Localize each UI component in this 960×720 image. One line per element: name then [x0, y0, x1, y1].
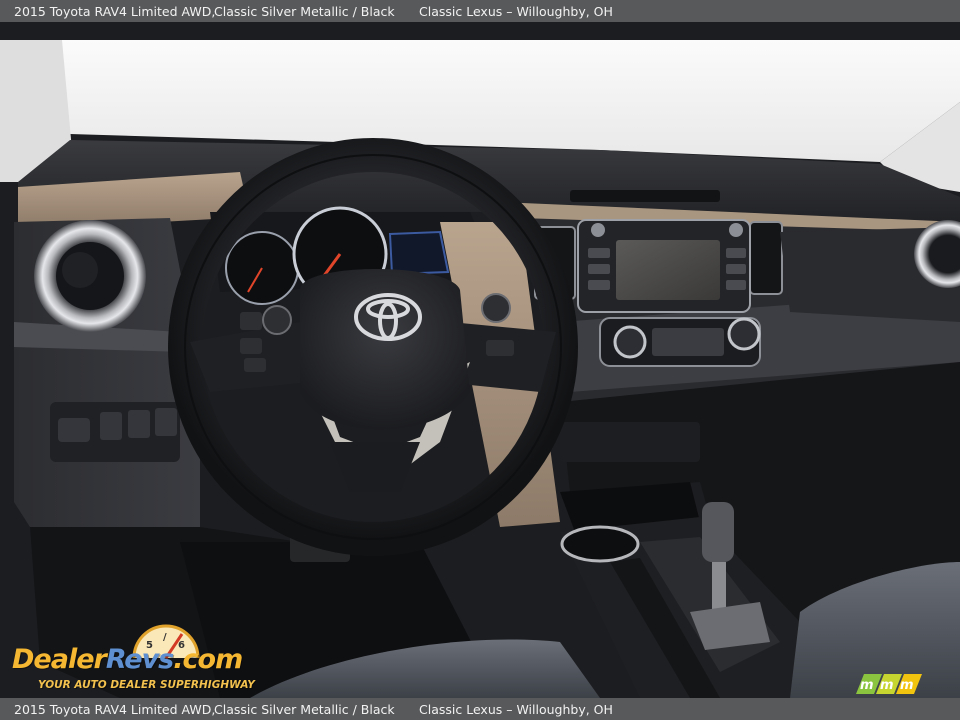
watermark-tagline: YOUR AUTO DEALER SUPERHIGHWAY	[38, 679, 255, 691]
vehicle-title: 2015 Toyota RAV4 Limited AWD,	[14, 3, 216, 19]
dealer-name-bottom: Classic Lexus – Willoughby, OH	[419, 701, 613, 717]
svg-text:/: /	[163, 632, 167, 643]
dealerrevs-watermark: 5 / 6 DealerRevs.comDealerRevs.com YOUR …	[12, 622, 264, 694]
top-caption-bar: 2015 Toyota RAV4 Limited AWD, Classic Si…	[0, 0, 960, 22]
vehicle-title-bottom: 2015 Toyota RAV4 Limited AWD,	[14, 701, 216, 717]
vehicle-color: Classic Silver Metallic / Black	[214, 3, 395, 19]
svg-text:m: m	[860, 678, 874, 693]
svg-text:m: m	[880, 678, 894, 693]
interior-photo	[0, 22, 960, 698]
toyota-logo-icon	[354, 293, 422, 341]
bottom-caption-bar: 2015 Toyota RAV4 Limited AWD, Classic Si…	[0, 698, 960, 720]
corner-brand-logo: m m m	[856, 674, 922, 694]
svg-text:m: m	[900, 678, 914, 693]
dealerrevs-logo: DealerRevs.comDealerRevs.com	[12, 644, 243, 675]
vehicle-color-bottom: Classic Silver Metallic / Black	[214, 701, 395, 717]
dealer-name: Classic Lexus – Willoughby, OH	[419, 3, 613, 19]
